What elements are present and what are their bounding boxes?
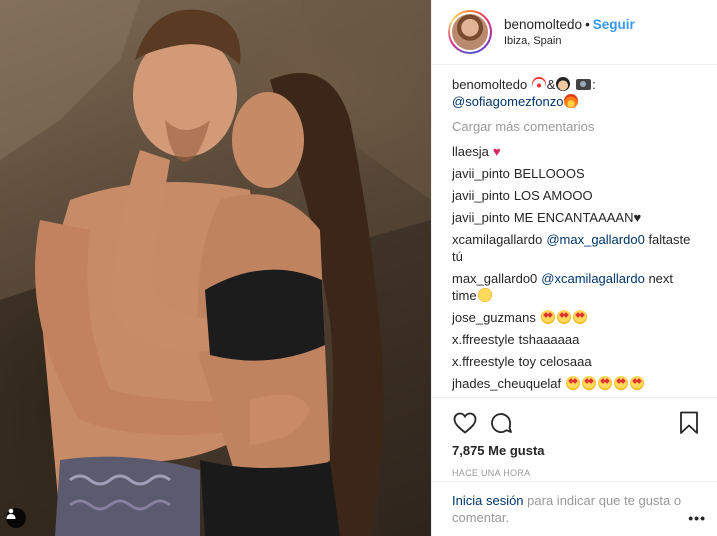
woman-emoji-icon (556, 77, 571, 91)
comment-item: llaesja ♥ (452, 143, 696, 160)
comments-list[interactable]: benomoltedo & : @sofiagomezfonzo Cargar … (432, 66, 717, 396)
clown-emoji-icon (531, 77, 546, 91)
comment-item: x.ffreestyle toy celosaaa (452, 353, 696, 370)
header-text: benomoltedo • Seguir Ibiza, Spain (504, 16, 635, 49)
author-username[interactable]: benomoltedo (504, 17, 582, 32)
black-heart-emoji-icon: ♥ (633, 210, 642, 225)
login-link[interactable]: Inicia sesión (452, 493, 524, 508)
post-header: benomoltedo • Seguir Ibiza, Spain (432, 0, 717, 65)
comment-username[interactable]: javii_pinto (452, 210, 510, 225)
comment-text: BELLOOOS (513, 166, 585, 181)
comment-item: x.ffreestyle tshaaaaaa (452, 331, 696, 348)
comment-username[interactable]: javii_pinto (452, 166, 510, 181)
heart-eyes-emoji-icon (556, 310, 571, 324)
comment-item: max_gallardo0 @xcamilagallardo next time (452, 270, 696, 304)
comment-username[interactable]: x.ffreestyle (452, 354, 515, 369)
bookmark-icon[interactable] (676, 410, 702, 436)
comment-text: ME ENCANTAAAAN (513, 210, 634, 225)
caption-colon: : (592, 77, 596, 92)
avatar-story-ring[interactable] (448, 10, 492, 54)
photo-illustration (0, 0, 431, 536)
likes-count[interactable]: 7,875 Me gusta (452, 442, 702, 460)
post-timestamp[interactable]: HACE UNA HORA (452, 468, 702, 478)
heart-eyes-emoji-icon (582, 376, 597, 390)
comment-username[interactable]: xcamilagallardo (452, 232, 542, 247)
likes-number: 7,875 (452, 443, 485, 458)
heart-eyes-emoji-icon (630, 376, 645, 390)
heart-eyes-emoji-icon (614, 376, 629, 390)
camera-emoji-icon (576, 79, 592, 90)
comment-mention[interactable]: @max_gallardo0 (546, 232, 644, 247)
comment-username[interactable]: jose_guzmans (452, 310, 536, 325)
person-tag-icon[interactable] (6, 508, 26, 528)
comment-mention[interactable]: @xcamilagallardo (541, 271, 645, 286)
login-prompt: Inicia sesión para indicar que te gusta … (432, 481, 717, 536)
comment-username[interactable]: max_gallardo0 (452, 271, 537, 286)
heart-outline-icon[interactable] (452, 410, 478, 436)
comment-username[interactable]: jhades_cheuquelaf (452, 376, 561, 391)
comment-item: xcamilagallardo @max_gallardo0 faltaste t… (452, 231, 696, 265)
likes-label: Me gusta (488, 443, 545, 458)
post-caption: benomoltedo & : @sofiagomezfonzo (452, 76, 696, 110)
comment-item: javii_pinto ME ENCANTAAAAN♥ (452, 209, 696, 226)
post-actions: 7,875 Me gusta HACE UNA HORA (432, 397, 717, 478)
caption-mention[interactable]: @sofiagomezfonzo (452, 94, 563, 109)
comment-item: javii_pinto BELLOOOS (452, 165, 696, 182)
fire-emoji-icon (564, 94, 579, 108)
comment-text: toy celosaaa (518, 354, 592, 369)
speech-bubble-icon[interactable] (488, 410, 514, 436)
comment-item: javii_pinto LOS AMOOO (452, 187, 696, 204)
comment-username[interactable]: x.ffreestyle (452, 332, 515, 347)
comment-item: jhades_cheuquelaf (452, 375, 696, 392)
heart-emoji-icon: ♥ (492, 144, 501, 159)
caption-username[interactable]: benomoltedo (452, 77, 527, 92)
avatar[interactable] (450, 12, 490, 52)
action-icon-row (452, 406, 702, 440)
comment-item: jose_guzmans (452, 309, 696, 326)
load-more-comments-button[interactable]: Cargar más comentarios (452, 118, 696, 135)
comment-username[interactable]: llaesja (452, 144, 489, 159)
comment-username[interactable]: javii_pinto (452, 188, 510, 203)
heart-eyes-emoji-icon (572, 310, 587, 324)
follow-button[interactable]: Seguir (593, 17, 635, 32)
caption-amp: & (546, 77, 556, 92)
separator-dot: • (585, 16, 590, 32)
heart-eyes-emoji-icon (566, 376, 581, 390)
smile-emoji-icon (477, 288, 492, 302)
heart-eyes-emoji-icon (540, 310, 555, 324)
heart-eyes-emoji-icon (598, 376, 613, 390)
post-side-panel: benomoltedo • Seguir Ibiza, Spain benomolt… (431, 0, 717, 536)
comment-text: LOS AMOOO (513, 188, 593, 203)
post-location[interactable]: Ibiza, Spain (504, 34, 635, 49)
comment-text: tshaaaaaa (518, 332, 580, 347)
post-photo[interactable] (0, 0, 431, 536)
ellipsis-icon[interactable]: ••• (688, 510, 706, 527)
